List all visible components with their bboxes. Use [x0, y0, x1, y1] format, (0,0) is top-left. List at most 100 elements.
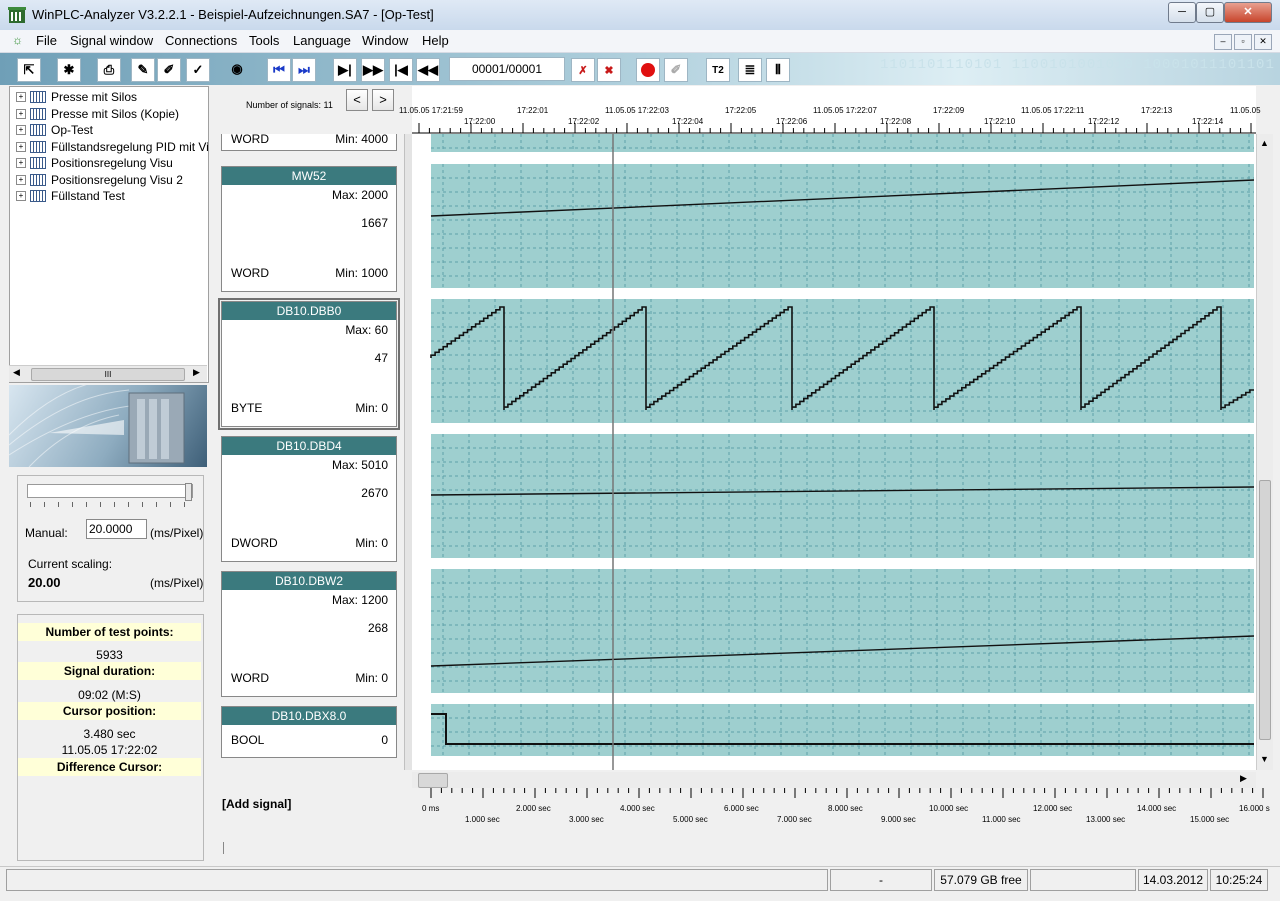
tree-item[interactable]: + Füllstandsregelung PID mit Visu — [16, 139, 209, 155]
plot-hscrollbar[interactable]: ▶ — [412, 772, 1256, 788]
signal-min: Min: 0 — [355, 401, 388, 415]
app-icon — [8, 6, 26, 24]
expand-icon[interactable]: + — [16, 191, 26, 201]
menu-language[interactable]: Language — [293, 33, 351, 48]
title-bar: WinPLC-Analyzer V3.2.2.1 - Beispiel-Aufz… — [0, 0, 1280, 31]
previous-signals-button[interactable]: < — [346, 89, 368, 111]
expand-icon[interactable]: + — [16, 125, 26, 135]
time-label: 17:22:02 — [568, 117, 600, 126]
plot-panel — [431, 704, 1254, 756]
time-label: 17:22:12 — [1088, 117, 1120, 126]
scaling-slider[interactable] — [27, 483, 193, 501]
signal-box-db10-dbx8-0[interactable]: DB10.DBX8.0 BOOL 0 — [221, 706, 397, 758]
tree-item[interactable]: + Presse mit Silos — [16, 89, 137, 105]
menu-window[interactable]: Window — [362, 33, 408, 48]
t2-cursor-icon[interactable]: T2 — [706, 58, 730, 82]
tree-item[interactable]: + Positionsregelung Visu 2 — [16, 172, 183, 188]
search-icon[interactable]: ◉ — [226, 58, 248, 80]
manual-scaling-input[interactable]: 20.0000 — [86, 519, 147, 539]
tree-item-label: Op-Test — [51, 123, 94, 137]
current-scaling-unit: (ms/Pixel) — [150, 576, 204, 590]
signal-title: MW52 — [222, 167, 396, 185]
signal-box-partial[interactable]: WORD Min: 4000 — [221, 132, 397, 151]
project-tree[interactable]: + Presse mit Silos + Presse mit Silos (Kop… — [9, 86, 209, 383]
scroll-right-icon[interactable]: ▶ — [193, 367, 200, 378]
signal-min: Min: 4000 — [335, 132, 388, 146]
menu-signal-window[interactable]: Signal window — [70, 33, 153, 48]
menu-tools[interactable]: Tools — [249, 33, 279, 48]
step-back-icon[interactable]: |◀ — [389, 58, 413, 82]
expand-icon[interactable]: + — [16, 92, 26, 102]
grid-cols-icon[interactable]: ⦀ — [766, 58, 790, 82]
add-signal-icon[interactable]: ✎ — [131, 58, 155, 82]
signal-type: DWORD — [231, 536, 278, 550]
manual-label: Manual: — [25, 526, 68, 540]
time-label: 11.05.05 17:22:11 — [1021, 106, 1085, 115]
expand-icon[interactable]: + — [16, 175, 26, 185]
signal-count: Number of signals: 11 — [246, 100, 333, 110]
tree-scroll-thumb[interactable]: III — [31, 368, 185, 381]
add-signal-button[interactable]: [Add signal] — [222, 797, 291, 811]
slider-thumb[interactable] — [185, 483, 192, 501]
plot-vscrollbar[interactable]: ▲ ▼ — [1256, 134, 1273, 770]
menu-help[interactable]: Help — [422, 33, 449, 48]
signal-box-db10-dbw2[interactable]: DB10.DBW2 Max: 1200 268 WORD Min: 0 — [221, 571, 397, 697]
mdi-close-button[interactable]: ✕ — [1254, 34, 1272, 50]
jump-end-icon[interactable]: ⏭ — [292, 58, 316, 82]
open-project-icon[interactable]: ⇱ — [17, 58, 41, 82]
scroll-left-icon[interactable]: ◀ — [13, 367, 20, 378]
grid-rows-icon[interactable]: ≣ — [738, 58, 762, 82]
edit-signal-icon[interactable]: ✐ — [157, 58, 181, 82]
signal-box-db10-dbd4[interactable]: DB10.DBD4 Max: 5010 2670 DWORD Min: 0 — [221, 436, 397, 562]
tree-item[interactable]: + Positionsregelung Visu — [16, 155, 173, 171]
mdi-minimize-button[interactable]: – — [1214, 34, 1232, 50]
rewind-icon[interactable]: ◀◀ — [416, 58, 440, 82]
recording-icon — [30, 174, 46, 186]
step-forward-icon[interactable]: ▶| — [333, 58, 357, 82]
record-icon[interactable] — [636, 58, 660, 82]
expand-icon[interactable]: + — [16, 109, 26, 119]
signal-settings-icon[interactable]: ✓ — [186, 58, 210, 82]
duration-label: 15.000 sec — [1190, 815, 1230, 824]
jump-start-icon[interactable]: ⏮ — [267, 58, 291, 82]
print-icon[interactable]: ⎙ — [97, 58, 121, 82]
tree-item-label: Füllstandsregelung PID mit Visu — [51, 140, 209, 154]
time-label: 11.05.05 17:21:59 — [399, 106, 463, 115]
tree-hscrollbar[interactable]: ◀ III ▶ — [9, 365, 207, 382]
close-button[interactable]: ✕ — [1224, 2, 1272, 23]
scroll-right-icon[interactable]: ▶ — [1240, 773, 1247, 784]
test-points-value: 5933 — [96, 648, 123, 662]
plot-vscroll-thumb[interactable] — [1259, 480, 1271, 740]
duration-axis: 0 ms 2.000 sec 4.000 sec 6.000 sec 8.000… — [412, 788, 1272, 828]
current-scaling-label: Current scaling: — [28, 557, 113, 571]
scroll-up-icon[interactable]: ▲ — [1260, 138, 1269, 148]
duration-value: 09:02 (M:S) — [78, 688, 141, 702]
plot-hscroll-thumb[interactable] — [418, 773, 448, 788]
signal-max: Max: 1200 — [331, 593, 388, 607]
fast-forward-icon[interactable]: ▶▶ — [361, 58, 385, 82]
menu-file[interactable]: File — [36, 33, 57, 48]
connect-icon[interactable]: ✗ — [571, 58, 595, 82]
duration-label: 1.000 sec — [465, 815, 500, 824]
duration-label: 0 ms — [422, 804, 440, 813]
disconnect-icon[interactable]: ✖ — [597, 58, 621, 82]
tree-item[interactable]: + Op-Test — [16, 122, 93, 138]
status-empty — [1030, 869, 1136, 891]
signal-box-mw52[interactable]: MW52 Max: 2000 1667 WORD Min: 1000 — [221, 166, 397, 292]
tree-item[interactable]: + Füllstand Test — [16, 188, 125, 204]
expand-icon[interactable]: + — [16, 158, 26, 168]
plot-area[interactable] — [412, 134, 1256, 770]
scroll-down-icon[interactable]: ▼ — [1260, 754, 1269, 764]
mdi-restore-button[interactable]: ▫ — [1234, 34, 1252, 50]
window-title: WinPLC-Analyzer V3.2.2.1 - Beispiel-Aufz… — [32, 7, 434, 22]
next-signals-button[interactable]: > — [372, 89, 394, 111]
maximize-button[interactable]: ▢ — [1196, 2, 1224, 23]
new-window-icon[interactable]: ✱ — [57, 58, 81, 82]
pin-icon[interactable]: ✐ — [664, 58, 688, 82]
signal-box-db10-dbb0[interactable]: DB10.DBB0 Max: 60 47 BYTE Min: 0 — [218, 298, 400, 430]
tree-item[interactable]: + Presse mit Silos (Kopie) — [16, 106, 179, 122]
status-date: 14.03.2012 — [1138, 869, 1208, 891]
expand-icon[interactable]: + — [16, 142, 26, 152]
minimize-button[interactable]: ─ — [1168, 2, 1196, 23]
menu-connections[interactable]: Connections — [165, 33, 237, 48]
